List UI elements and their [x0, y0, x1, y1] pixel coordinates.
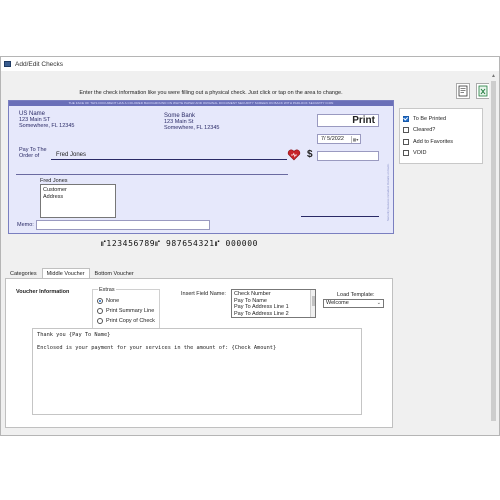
window-title: Add/Edit Checks [15, 60, 64, 68]
print-preview-button[interactable] [456, 83, 470, 99]
dollar-sign: $ [307, 149, 313, 160]
cleared-label: Cleared? [413, 127, 436, 134]
check-form[interactable]: THE FACE OF THIS DOCUMENT HAS A COLORED … [8, 100, 394, 234]
extras-legend: Extras [98, 287, 116, 293]
payee-underline [51, 159, 287, 160]
scrollbar-thumb[interactable] [491, 81, 496, 421]
scroll-up-icon[interactable]: ▲ [491, 73, 496, 79]
heart-icon[interactable] [287, 149, 301, 161]
export-excel-button[interactable] [476, 83, 490, 99]
tab-middle-voucher[interactable]: Middle Voucher [41, 268, 90, 278]
void-label: VOID [413, 150, 427, 157]
payer-address-line2[interactable]: Somewhere, FL 12345 [19, 123, 74, 130]
load-template-select[interactable]: Welcome ⌄ [323, 299, 384, 308]
calendar-dropdown-icon[interactable]: ▦▾ [351, 136, 359, 143]
add-to-favorites-checkbox[interactable] [403, 138, 409, 145]
memo-label: Memo: [17, 222, 34, 228]
middle-voucher-panel: Voucher Information Extras None Print Su… [5, 278, 393, 428]
cleared-option[interactable]: Cleared? [403, 125, 479, 137]
template-value: Welcome [326, 300, 349, 306]
extras-option-none[interactable]: None [97, 298, 119, 304]
tab-bottom-voucher[interactable]: Bottom Voucher [90, 268, 139, 278]
voucher-text-line2: Enclosed is your payment for your servic… [37, 345, 277, 351]
to-be-printed-option[interactable]: To Be Printed [403, 113, 479, 125]
insert-field-list[interactable]: Check Number Pay To Name Pay To Address … [231, 289, 316, 318]
chevron-down-icon[interactable]: ⌄ [377, 300, 381, 307]
load-template-label: Load Template: [337, 292, 375, 298]
extras-none-radio[interactable] [97, 298, 103, 304]
print-preview-icon [458, 85, 468, 97]
title-bar: Add/Edit Checks [1, 57, 499, 71]
void-option[interactable]: VOID [403, 148, 479, 160]
payee-name-field[interactable]: Fred Jones [56, 152, 86, 158]
extras-copy-label: Print Copy of Check [106, 318, 155, 324]
add-to-favorites-option[interactable]: Add to Favorites [403, 136, 479, 148]
extras-option-copy[interactable]: Print Copy of Check [97, 318, 155, 324]
voucher-tabs: Categories Middle Voucher Bottom Voucher [5, 268, 139, 278]
check-date-value: 7/ 5/2022 [321, 136, 344, 142]
bank-address-line2[interactable]: Somewhere, FL 12345 [164, 125, 219, 132]
signature-line [301, 216, 379, 217]
field-list-item[interactable]: Pay To Address Line 2 [234, 311, 313, 318]
extras-none-label: None [106, 298, 120, 304]
check-options-panel: To Be Printed Cleared? Add to Favorites … [399, 108, 483, 164]
pay-to-label-line2: Order of [19, 153, 40, 159]
add-to-favorites-label: Add to Favorites [413, 138, 454, 145]
to-be-printed-label: To Be Printed [413, 115, 447, 122]
micr-line: ⑈123456789⑈ 987654321⑈ 000000 [101, 239, 259, 248]
to-be-printed-checkbox[interactable] [403, 115, 409, 122]
instruction-text: Enter the check information like you wer… [79, 90, 343, 96]
extras-copy-radio[interactable] [97, 318, 103, 324]
cleared-checkbox[interactable] [403, 127, 409, 134]
extras-summary-label: Print Summary Line [106, 308, 155, 314]
security-band: THE FACE OF THIS DOCUMENT HAS A COLORED … [9, 101, 393, 106]
amount-field[interactable] [317, 151, 379, 161]
extras-option-summary[interactable]: Print Summary Line [97, 308, 154, 314]
window-scrollbar[interactable]: ▲ [489, 71, 498, 435]
voucher-text-editor[interactable]: Thank you {Pay To Name} Enclosed is your … [32, 328, 362, 415]
memo-field[interactable] [36, 220, 210, 230]
payee-address-field[interactable]: Customer Address [40, 184, 116, 218]
voucher-information-title: Voucher Information [16, 289, 70, 295]
export-excel-icon [478, 85, 488, 97]
security-side-text: Security features included. Details on b… [386, 163, 390, 221]
amount-words-line[interactable] [16, 174, 288, 175]
insert-field-label: Insert Field Name: [181, 291, 226, 297]
add-edit-checks-window: Add/Edit Checks Enter the check informat… [0, 56, 500, 436]
print-check-number-field[interactable]: Print [317, 114, 379, 127]
tab-categories[interactable]: Categories [5, 268, 42, 278]
extras-summary-radio[interactable] [97, 308, 103, 314]
address-line2: Address [43, 193, 64, 200]
field-list-scrollbar[interactable] [310, 290, 315, 317]
window-app-icon [4, 61, 11, 67]
void-checkbox[interactable] [403, 150, 409, 157]
check-date-field[interactable]: 7/ 5/2022 ▦▾ [317, 134, 361, 144]
